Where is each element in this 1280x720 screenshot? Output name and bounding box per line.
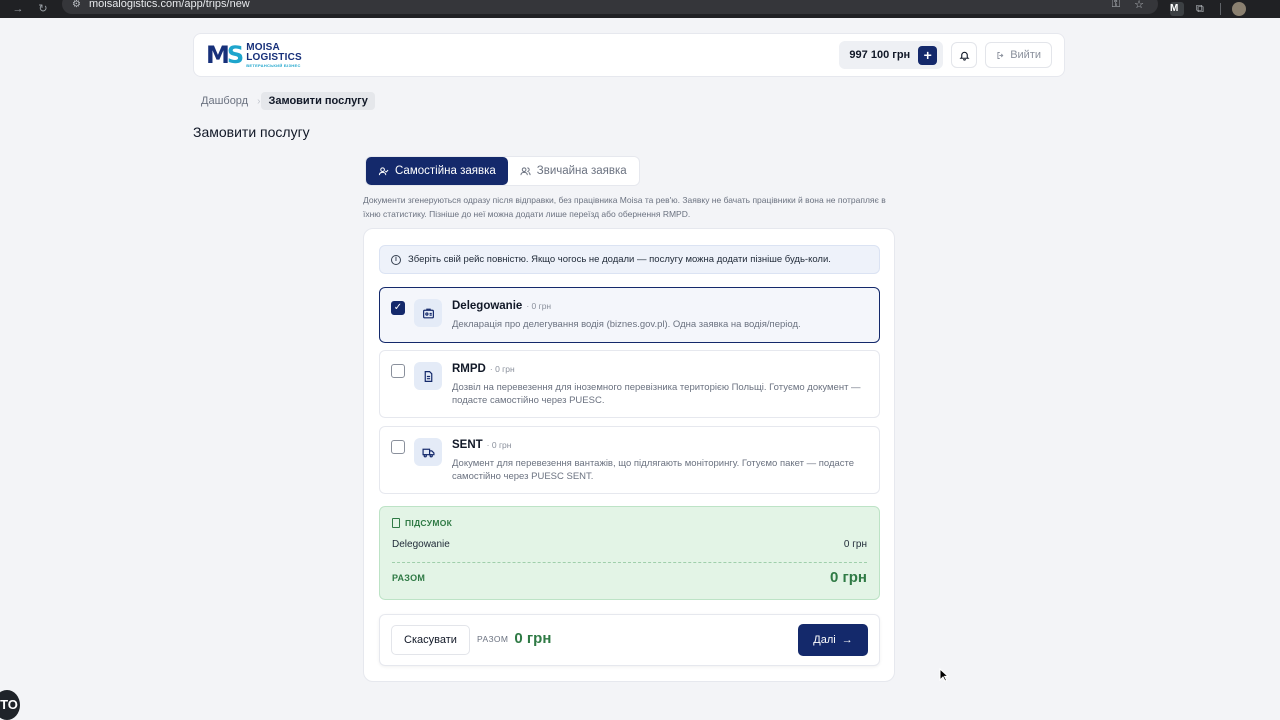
service-description: Декларація про делегування водія (biznes… xyxy=(452,319,801,330)
cancel-button[interactable]: Скасувати xyxy=(391,625,470,655)
service-icon-box xyxy=(414,362,442,390)
logout-button[interactable]: Вийти xyxy=(985,42,1052,68)
service-checkbox[interactable] xyxy=(391,440,405,454)
arrow-right-icon: → xyxy=(841,634,853,646)
service-checkbox[interactable]: ✓ xyxy=(391,301,405,315)
service-price: · 0 грн xyxy=(526,301,552,311)
moisa-logo[interactable]: MS MOISA LOGISTICS ВЕТЕРАНСЬКИЙ БІЗНЕС xyxy=(206,41,302,69)
service-price: · 0 грн xyxy=(486,440,512,450)
page-title: Замовити послугу xyxy=(193,124,310,140)
logo-line-3: ВЕТЕРАНСЬКИЙ БІЗНЕС xyxy=(246,62,301,68)
url-text: moisalogistics.com/app/trips/new xyxy=(88,0,250,10)
document-icon xyxy=(424,370,432,382)
balance-amount: 997 100 грн xyxy=(849,49,911,61)
service-price: · 0 грн xyxy=(489,364,515,374)
summary-total-value: 0 грн xyxy=(830,569,867,586)
browser-toolbar: → ↻ ⚙ moisalogistics.com/app/trips/new ⚿… xyxy=(0,0,1280,18)
tab-label: Звичайна заявка xyxy=(536,165,627,177)
service-rmpd[interactable]: RMPD · 0 грн Дозвіл на перевезення для ін… xyxy=(379,350,880,418)
breadcrumb-current: Замовити послугу xyxy=(261,92,375,110)
breadcrumb-separator: › xyxy=(257,95,261,107)
app-header: MS MOISA LOGISTICS ВЕТЕРАНСЬКИЙ БІЗНЕС 9… xyxy=(193,33,1065,77)
tab-label: Самостійна заявка xyxy=(395,165,496,177)
key-icon[interactable]: ⚿ xyxy=(1112,0,1120,11)
action-bar: Скасувати РАЗОМ 0 грн Далі → xyxy=(379,614,880,666)
summary-line-item: Delegowanie 0 грн xyxy=(392,539,867,550)
summary-item-price: 0 грн xyxy=(843,539,867,550)
tab-self-request[interactable]: Самостійна заявка xyxy=(366,157,508,185)
service-checkbox[interactable] xyxy=(391,364,405,378)
service-sent[interactable]: SENT · 0 грн Документ для перевезення ван… xyxy=(379,426,880,494)
footer-total-value: 0 грн xyxy=(514,630,552,647)
balance-widget: 997 100 грн + xyxy=(839,41,944,69)
site-info-icon[interactable]: ⚙ xyxy=(72,0,81,10)
extension-m-icon[interactable]: M xyxy=(1170,2,1184,16)
mouse-cursor-icon xyxy=(939,668,949,682)
logout-label: Вийти xyxy=(1010,49,1041,61)
service-description: Дозвіл на перевезення для іноземного пер… xyxy=(452,382,861,406)
service-icon-box xyxy=(414,299,442,327)
order-summary: ПІДСУМОК Delegowanie 0 грн РАЗОМ 0 грн xyxy=(379,506,880,600)
service-title: SENT · 0 грн xyxy=(452,439,512,451)
logo-line-2: LOGISTICS xyxy=(246,51,302,63)
breadcrumb: Дашборд › Замовити послугу xyxy=(193,92,375,110)
users-icon xyxy=(520,166,531,175)
address-bar[interactable]: ⚙ moisalogistics.com/app/trips/new ⚿ ☆ xyxy=(62,0,1158,14)
service-delegowanie[interactable]: ✓ Delegowanie · 0 грн Декларація про деле… xyxy=(379,287,880,343)
notifications-button[interactable] xyxy=(951,42,978,68)
summary-total: РАЗОМ 0 грн xyxy=(392,569,867,586)
info-text: Зберіть свій рейс повністю. Якщо чогось … xyxy=(408,254,831,265)
info-icon: i xyxy=(391,254,401,265)
user-check-icon xyxy=(378,166,389,175)
bookmark-star-icon[interactable]: ☆ xyxy=(1134,0,1144,11)
breadcrumb-dashboard[interactable]: Дашборд xyxy=(193,92,256,110)
truck-icon xyxy=(421,448,435,457)
summary-heading: ПІДСУМОК xyxy=(392,518,452,528)
profile-avatar[interactable] xyxy=(1232,2,1246,16)
extensions-puzzle-icon[interactable]: ⧉ xyxy=(1196,0,1204,18)
logout-icon xyxy=(997,51,1004,59)
service-icon-box xyxy=(414,438,442,466)
order-card: i Зберіть свій рейс повністю. Якщо чогос… xyxy=(363,228,895,682)
bell-icon xyxy=(959,51,970,61)
footer-total: РАЗОМ 0 грн xyxy=(477,630,551,647)
toolbar-divider xyxy=(1220,3,1221,15)
service-title: RMPD · 0 грн xyxy=(452,363,515,375)
summary-total-label: РАЗОМ xyxy=(392,572,426,583)
next-button[interactable]: Далі → xyxy=(798,624,868,656)
top-up-button[interactable]: + xyxy=(918,45,938,65)
service-title: Delegowanie · 0 грн xyxy=(452,300,552,312)
mode-description: Документи згенеруються одразу після відп… xyxy=(363,195,886,219)
forward-icon[interactable]: → xyxy=(11,2,25,16)
next-label: Далі xyxy=(813,634,836,646)
info-banner: i Зберіть свій рейс повністю. Якщо чогос… xyxy=(379,245,880,274)
request-mode-tabs: Самостійна заявка Звичайна заявка xyxy=(365,156,640,186)
logo-mark: MS xyxy=(206,41,244,69)
service-description: Документ для перевезення вантажів, що пі… xyxy=(452,458,855,482)
id-card-icon xyxy=(422,308,434,318)
tab-regular-request[interactable]: Звичайна заявка xyxy=(508,157,639,185)
summary-divider xyxy=(392,562,867,563)
logo-line-1: MOISA xyxy=(246,41,280,53)
reload-icon[interactable]: ↻ xyxy=(36,2,50,16)
corner-badge[interactable]: ТО xyxy=(0,690,20,720)
footer-total-label: РАЗОМ xyxy=(477,633,509,644)
receipt-icon xyxy=(392,518,400,528)
summary-item-name: Delegowanie xyxy=(392,539,450,550)
